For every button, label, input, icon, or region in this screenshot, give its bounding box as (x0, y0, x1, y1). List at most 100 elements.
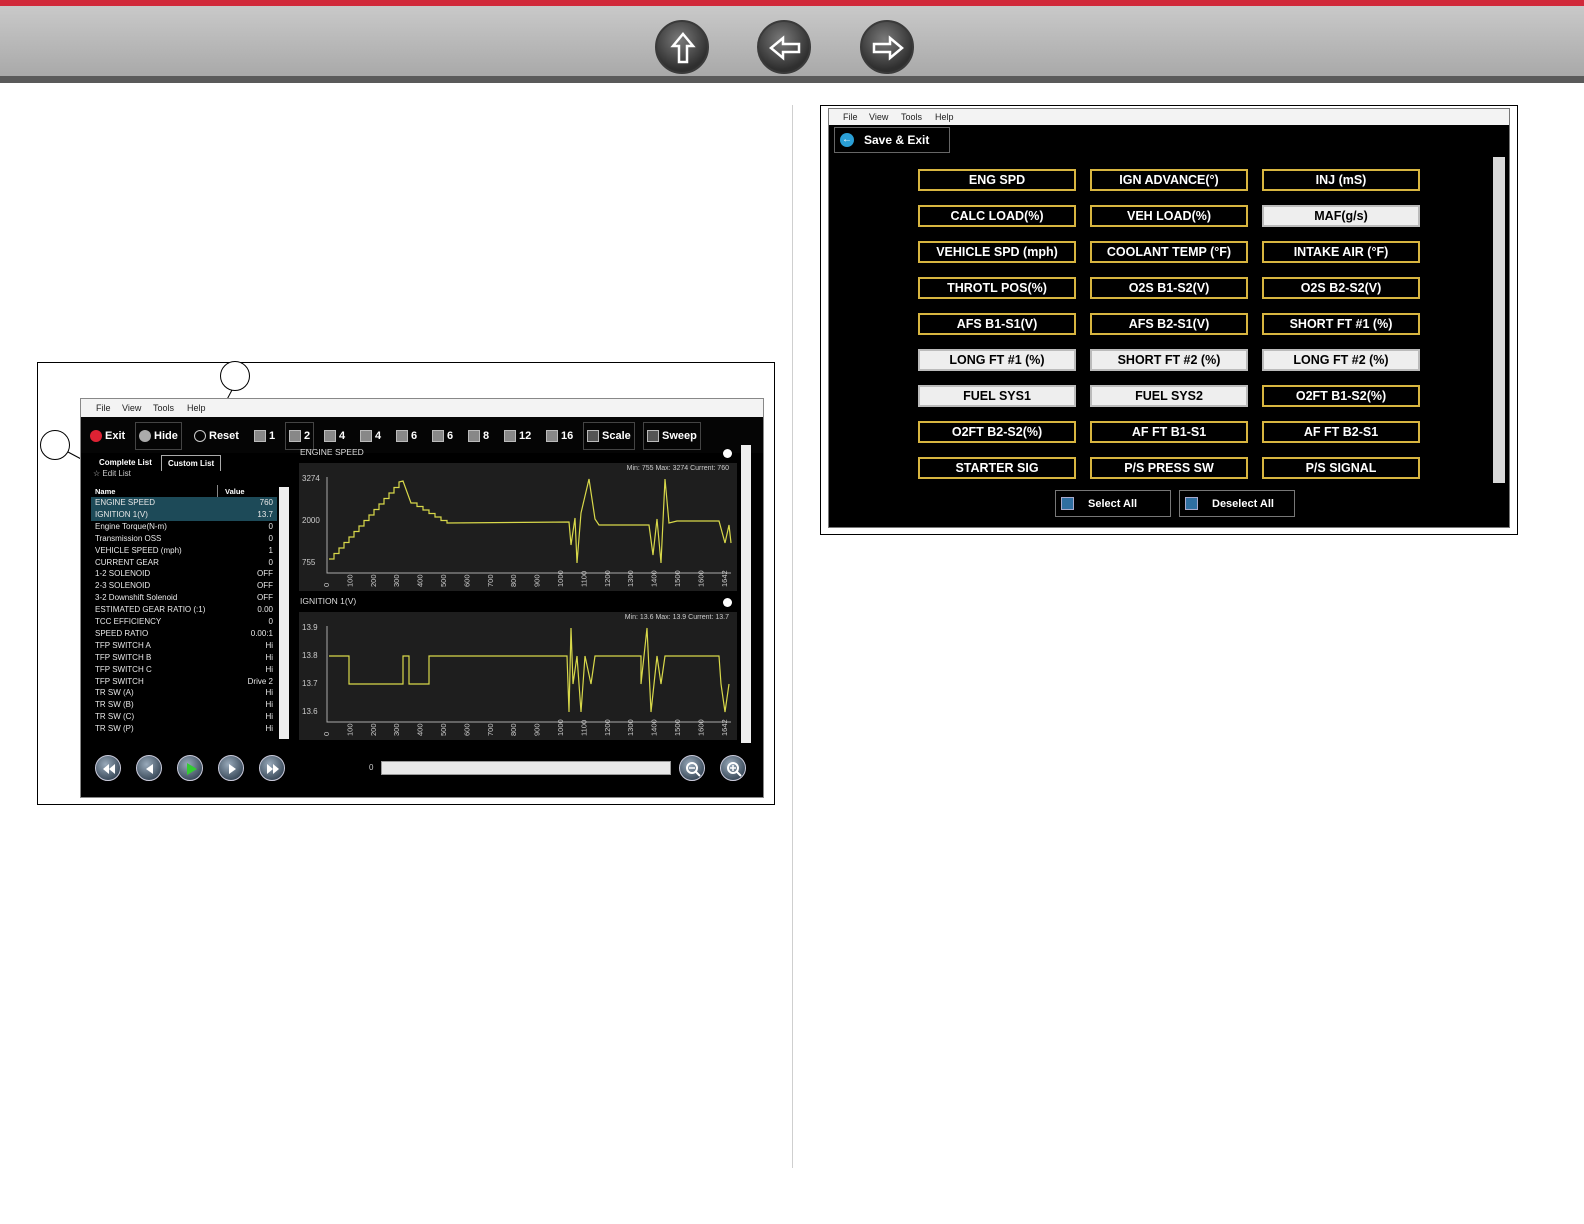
pid-toggle-button[interactable]: LONG FT #1 (%) (918, 349, 1076, 371)
graph-x-tick: 1600 (696, 570, 705, 587)
pid-toggle-button[interactable]: COOLANT TEMP (°F) (1090, 241, 1248, 263)
pid-list-row[interactable]: TCC EFFICIENCY 0 (91, 616, 277, 628)
pid-toggle-button[interactable]: AF FT B1-S1 (1090, 421, 1248, 443)
layout-icon (324, 430, 336, 442)
pid-toggle-button[interactable]: ENG SPD (918, 169, 1076, 191)
pid-toggle-button[interactable]: LONG FT #2 (%) (1262, 349, 1420, 371)
layout-4b-button[interactable]: 4 (357, 422, 384, 450)
pid-list-row[interactable]: TR SW (B) Hi (91, 699, 277, 711)
pid-toggle-button[interactable]: O2FT B2-S2(%) (918, 421, 1076, 443)
layout-4a-button[interactable]: 4 (321, 422, 348, 450)
pid-list-row[interactable]: IGNITION 1(V) 13.7 (91, 508, 277, 521)
pid-value: Hi (265, 640, 273, 650)
pid-list-row[interactable]: SPEED RATIO 0.00:1 (91, 628, 277, 640)
step-back-button[interactable] (136, 755, 162, 781)
graph-series-line (329, 627, 730, 713)
playback-slider[interactable] (381, 761, 671, 775)
pid-list-row[interactable]: TR SW (P) Hi (91, 723, 277, 735)
pid-toggle-button[interactable]: P/S PRESS SW (1090, 457, 1248, 479)
pid-toggle-button[interactable]: INTAKE AIR (°F) (1262, 241, 1420, 263)
pid-list-row[interactable]: ENGINE SPEED 760 (91, 497, 277, 509)
pid-list-row[interactable]: Transmission OSS 0 (91, 533, 277, 545)
graph-x-tick: 1100 (579, 720, 588, 736)
layout-12-button[interactable]: 12 (501, 422, 534, 450)
pid-toggle-button[interactable]: FUEL SYS2 (1090, 385, 1248, 407)
pid-toggle-button[interactable]: THROTL POS(%) (918, 277, 1076, 299)
back-arrow-icon[interactable] (757, 20, 811, 74)
play-button[interactable] (177, 755, 203, 781)
pid-list-row[interactable]: TFP SWITCH Drive 2 (91, 676, 277, 688)
pid-list-row[interactable]: TFP SWITCH A Hi (91, 640, 277, 652)
pid-toggle-button[interactable]: STARTER SIG (918, 457, 1076, 479)
pid-toggle-button[interactable]: INJ (mS) (1262, 169, 1420, 191)
pid-toggle-button[interactable]: IGN ADVANCE(°) (1090, 169, 1248, 191)
pid-toggle-button[interactable]: AFS B1-S1(V) (918, 313, 1076, 335)
select-all-button[interactable]: Select All (1055, 490, 1171, 517)
pid-list-row[interactable]: TR SW (A) Hi (91, 687, 277, 699)
pid-toggle-button[interactable]: O2FT B1-S2(%) (1262, 385, 1420, 407)
menu-tools[interactable]: Tools (153, 403, 174, 413)
skip-back-button[interactable] (95, 755, 121, 781)
pid-list-row[interactable]: TR SW (C) Hi (91, 711, 277, 723)
layout-2-button[interactable]: 2 (285, 422, 315, 450)
menu-view[interactable]: View (869, 112, 888, 122)
pid-name: TR SW (B) (95, 700, 134, 710)
graph-close-icon[interactable] (723, 449, 732, 458)
graph-close-icon[interactable] (723, 598, 732, 607)
pid-list-row[interactable]: TFP SWITCH C Hi (91, 664, 277, 676)
pid-toggle-button[interactable]: CALC LOAD(%) (918, 205, 1076, 227)
layout-8-button[interactable]: 8 (465, 422, 492, 450)
pid-list-row[interactable]: 1-2 SOLENOID OFF (91, 568, 277, 580)
menu-view[interactable]: View (122, 403, 141, 413)
pid-toggle-button[interactable]: AF FT B2-S1 (1262, 421, 1420, 443)
pid-list-row[interactable]: Engine Torque(N-m) 0 (91, 521, 277, 533)
pid-list-row[interactable]: 3-2 Downshift Solenoid OFF (91, 592, 277, 604)
pid-list-row[interactable]: ESTIMATED GEAR RATIO (:1) 0.00 (91, 604, 277, 616)
layout-16-button[interactable]: 16 (543, 422, 576, 450)
pid-list-scrollbar[interactable] (279, 487, 289, 739)
forward-arrow-icon[interactable] (860, 20, 914, 74)
pid-name: 1-2 SOLENOID (95, 569, 151, 579)
pid-list-row[interactable]: CURRENT GEAR 0 (91, 557, 277, 569)
layout-1-button[interactable]: 1 (251, 422, 278, 450)
pid-value: Hi (265, 652, 273, 662)
tab-custom-list[interactable]: Custom List (161, 455, 222, 471)
up-arrow-icon[interactable] (655, 20, 709, 74)
menu-help[interactable]: Help (935, 112, 954, 122)
graph-scrollbar[interactable] (741, 445, 751, 743)
reset-button[interactable]: Reset (191, 422, 242, 450)
scale-icon (587, 430, 599, 442)
pid-toggle-button[interactable]: FUEL SYS1 (918, 385, 1076, 407)
step-forward-button[interactable] (218, 755, 244, 781)
layout-6b-button[interactable]: 6 (429, 422, 456, 450)
deselect-all-button[interactable]: Deselect All (1179, 490, 1295, 517)
pid-toggle-button[interactable]: AFS B2-S1(V) (1090, 313, 1248, 335)
hide-button[interactable]: Hide (135, 422, 182, 450)
scale-button[interactable]: Scale (583, 422, 635, 450)
pid-toggle-button[interactable]: MAF(g/s) (1262, 205, 1420, 227)
pid-toggle-button[interactable]: O2S B1-S2(V) (1090, 277, 1248, 299)
menu-help[interactable]: Help (187, 403, 206, 413)
pid-toggle-button[interactable]: VEHICLE SPD (mph) (918, 241, 1076, 263)
layout-6a-button[interactable]: 6 (393, 422, 420, 450)
pid-list-row[interactable]: VEHICLE SPEED (mph) 1 (91, 545, 277, 557)
zoom-in-button[interactable] (720, 755, 746, 781)
pid-toggle-button[interactable]: O2S B2-S2(V) (1262, 277, 1420, 299)
pid-list-row[interactable]: 2-3 SOLENOID OFF (91, 580, 277, 592)
menu-tools[interactable]: Tools (901, 112, 922, 122)
pid-toggle-button[interactable]: SHORT FT #2 (%) (1090, 349, 1248, 371)
menu-file[interactable]: File (843, 112, 858, 122)
sweep-button[interactable]: Sweep (643, 422, 701, 450)
pid-toggle-button[interactable]: SHORT FT #1 (%) (1262, 313, 1420, 335)
menu-file[interactable]: File (96, 403, 111, 413)
pid-toggle-button[interactable]: VEH LOAD(%) (1090, 205, 1248, 227)
skip-forward-button[interactable] (259, 755, 285, 781)
save-exit-button[interactable]: ← Save & Exit (834, 127, 950, 153)
zoom-out-button[interactable] (679, 755, 705, 781)
exit-button[interactable]: Exit (87, 422, 128, 450)
pid-toggle-button[interactable]: P/S SIGNAL (1262, 457, 1420, 479)
pid-grid-scrollbar[interactable] (1493, 157, 1505, 483)
pid-name: TFP SWITCH C (95, 664, 152, 674)
edit-list-button[interactable]: ☆ Edit List (93, 469, 131, 478)
pid-list-row[interactable]: TFP SWITCH B Hi (91, 652, 277, 664)
